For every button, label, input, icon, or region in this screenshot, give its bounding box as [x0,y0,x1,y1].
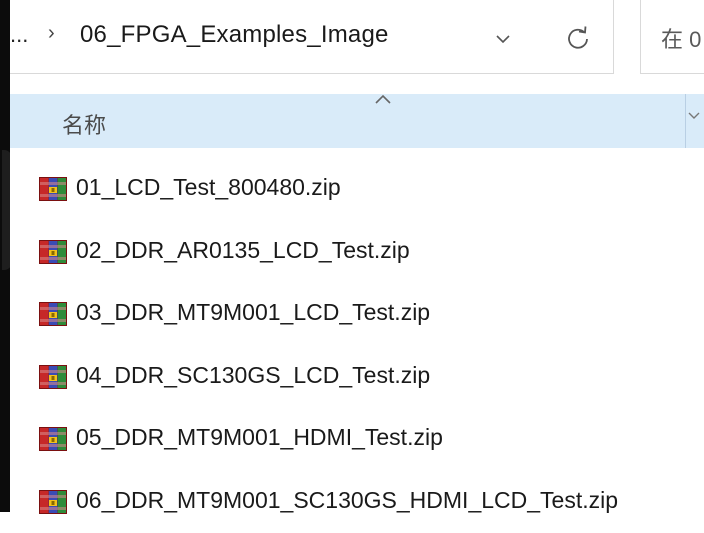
file-explorer-window: ... › 06_FPGA_Examples_Image 在 0 名称 [10,0,704,512]
chevron-down-icon[interactable] [488,24,518,54]
file-row[interactable]: 06_DDR_MT9M001_SC130GS_HDMI_LCD_Test.zip [10,471,704,533]
breadcrumb-current-folder[interactable]: 06_FPGA_Examples_Image [80,21,389,49]
column-header-row: 名称 [10,94,704,148]
file-name: 04_DDR_SC130GS_LCD_Test.zip [76,362,430,389]
file-list: 01_LCD_Test_800480.zip 02_DDR_AR0135_LCD… [10,158,704,533]
sort-ascending-icon [372,92,394,106]
chevron-down-icon[interactable] [688,104,700,128]
breadcrumb-separator-icon[interactable]: › [48,22,55,45]
file-row[interactable]: 05_DDR_MT9M001_HDMI_Test.zip [10,408,704,471]
address-bar[interactable]: ... › 06_FPGA_Examples_Image [10,0,614,74]
winrar-archive-icon [38,424,68,454]
file-name: 03_DDR_MT9M001_LCD_Test.zip [76,299,430,326]
winrar-archive-icon [38,362,68,392]
file-name: 05_DDR_MT9M001_HDMI_Test.zip [76,424,443,451]
file-name: 06_DDR_MT9M001_SC130GS_HDMI_LCD_Test.zip [76,487,618,514]
refresh-icon[interactable] [562,22,594,54]
address-overflow-ellipsis[interactable]: ... [10,22,28,48]
file-row[interactable]: 04_DDR_SC130GS_LCD_Test.zip [10,346,704,409]
winrar-archive-icon [38,237,68,267]
file-row[interactable]: 02_DDR_AR0135_LCD_Test.zip [10,221,704,284]
column-divider[interactable] [685,94,686,148]
column-header-name[interactable]: 名称 [62,108,106,140]
winrar-archive-icon [38,299,68,329]
winrar-archive-icon [38,174,68,204]
file-row[interactable]: 03_DDR_MT9M001_LCD_Test.zip [10,283,704,346]
file-row[interactable]: 01_LCD_Test_800480.zip [10,158,704,221]
file-name: 02_DDR_AR0135_LCD_Test.zip [76,237,410,264]
file-name: 01_LCD_Test_800480.zip [76,174,341,201]
search-placeholder: 在 0 [661,22,701,54]
winrar-archive-icon [38,487,68,517]
search-box[interactable]: 在 0 [640,0,704,74]
